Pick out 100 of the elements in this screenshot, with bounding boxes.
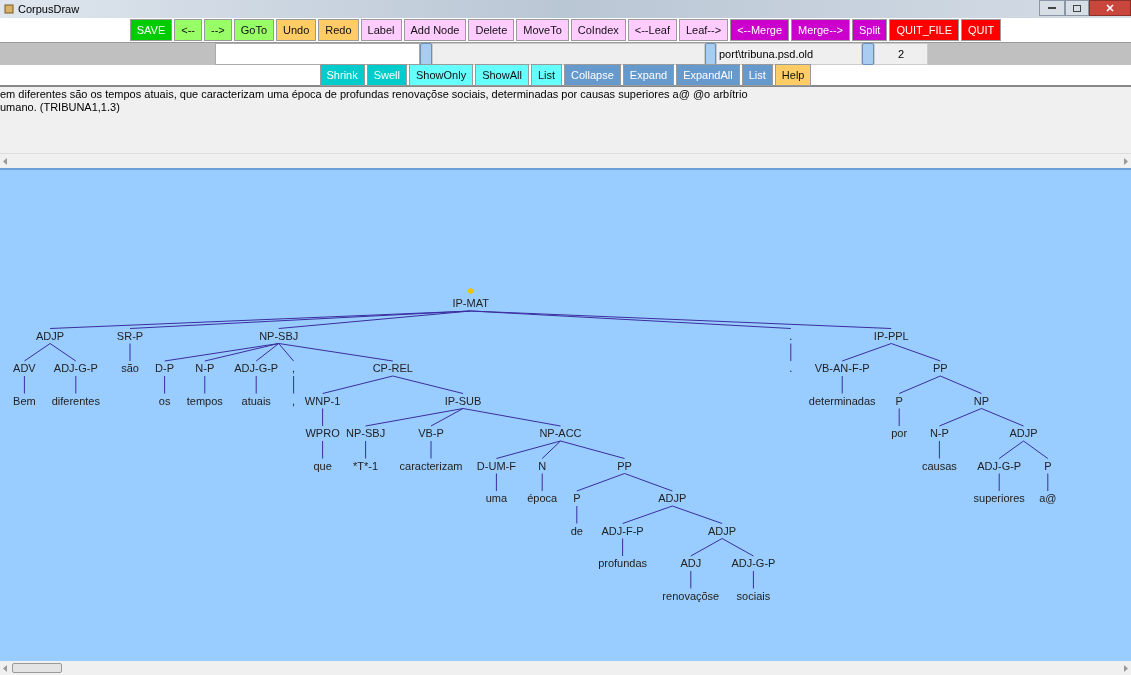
text-field[interactable] [432,43,705,65]
toolbar-button[interactable]: --> [203,19,232,41]
toolbar-button[interactable]: Undo [276,19,317,41]
tree-word[interactable]: diferentes [51,394,100,408]
node-label[interactable]: ADJP [1009,418,1038,440]
node-label[interactable]: , [292,353,296,375]
search-field[interactable] [215,43,420,65]
scroll-left-icon[interactable] [3,157,8,165]
toolbar-button[interactable]: Split [852,19,888,41]
tree-word[interactable]: são [121,362,139,375]
maximize-icon [1073,4,1081,12]
close-icon [1106,4,1114,12]
toolbar-button[interactable]: MoveTo [516,19,569,41]
node-label[interactable]: P [1044,450,1052,473]
node-label[interactable]: N-P [195,353,215,375]
node-label[interactable]: N [538,450,547,473]
toolbar-button[interactable]: Delete [468,19,515,41]
node-label[interactable]: NP-SBJ [259,320,299,343]
tree-word[interactable]: determinadas [808,394,876,408]
maximize-button[interactable] [1065,0,1089,16]
tree-word[interactable]: uma [485,492,508,505]
node-label[interactable]: P [573,483,581,505]
tree-word[interactable]: . [789,362,793,375]
toolbar-button[interactable]: Help [774,64,812,86]
tree-word[interactable]: de [570,524,583,538]
tree-word[interactable]: atuais [241,394,271,408]
node-label[interactable]: D-P [155,353,175,375]
toolbar-button[interactable]: Add Node [403,19,467,41]
tree-word[interactable]: que [313,459,332,473]
scroll-right-icon[interactable] [1123,664,1128,672]
node-label[interactable]: ADJP [36,320,65,343]
scroll-left-icon[interactable] [3,664,8,672]
node-label[interactable]: ADJ-G-P [53,353,98,375]
toolbar-button[interactable]: CoIndex [570,19,626,41]
node-label[interactable]: ADJ-G-P [234,353,279,375]
node-label[interactable]: VB-P [418,418,444,440]
tree-word[interactable]: sociais [736,589,771,603]
minimize-button[interactable] [1039,0,1065,16]
toolbar-button[interactable]: QUIT_FILE [889,19,960,41]
node-label[interactable]: IP-MAT [452,288,489,310]
toolbar-button[interactable]: List [530,64,563,86]
node-label[interactable]: ADJ [680,548,702,570]
node-label[interactable]: WNP-1 [304,385,341,408]
tree-word[interactable]: superiores [973,492,1025,505]
toolbar-button[interactable]: ShowOnly [409,64,474,86]
node-label[interactable]: D-UM-F [476,450,516,473]
node-label[interactable]: ADJ-G-P [731,548,776,570]
tree-word[interactable]: por [891,427,908,440]
tree-word[interactable]: os [158,394,171,408]
toolbar-button[interactable]: GoTo [233,19,274,41]
toolbar-button[interactable]: <--Leaf [627,19,677,41]
toolbar-button[interactable]: Leaf--> [678,19,729,41]
tree-word[interactable]: *T*-1 [353,459,379,473]
tree-word[interactable]: , [292,394,296,408]
node-label[interactable]: . [789,320,793,343]
toolbar-button[interactable]: ShowAll [475,64,529,86]
minimize-icon [1048,6,1056,10]
tree-word[interactable]: causas [921,459,957,473]
node-label[interactable]: WPRO [305,418,340,440]
tree-word[interactable]: a@ [1039,492,1057,505]
sentence-text: em diferentes são os tempos atuais, que caracterizam uma época de profundas renovaçõse sociais, determinadas por causas superiores a@ @o arbítrio [0,88,748,101]
slider-thumb[interactable] [705,43,716,65]
slider-thumb[interactable] [420,43,432,65]
tree-word[interactable]: profundas [598,557,648,570]
toolbar-button[interactable]: Merge--> [791,19,850,41]
node-label[interactable]: NP-ACC [539,418,582,440]
node-label[interactable]: P [895,385,903,408]
node-label[interactable]: ADJP [708,515,737,538]
tree-word[interactable]: renovaçõse [662,589,720,603]
node-label[interactable]: SR-P [116,320,144,343]
slider-thumb[interactable] [862,43,874,65]
horizontal-scrollbar[interactable] [0,661,1131,675]
node-label[interactable]: PP [617,450,632,473]
node-label[interactable]: ADJ-G-P [977,450,1022,473]
tree-word[interactable]: caracterizam [399,459,463,473]
node-label[interactable]: IP-PPL [873,320,909,343]
toolbar-button[interactable]: Label [360,19,402,41]
close-button[interactable] [1089,0,1131,16]
node-label[interactable]: ADJP [658,483,687,505]
node-label[interactable]: ADJ-F-P [601,515,644,538]
toolbar-button[interactable]: <--Merge [730,19,790,41]
node-label[interactable]: CP-REL [372,353,413,375]
node-label[interactable]: N-P [929,418,949,440]
node-label[interactable]: ADV [13,353,36,375]
node-label[interactable]: IP-SUB [444,385,482,408]
file-path-field[interactable]: port\tribuna.psd.old [716,43,862,65]
toolbar-button[interactable]: QUIT [961,19,1002,41]
node-label[interactable]: NP [973,385,990,408]
node-label[interactable]: VB-AN-F-P [814,353,870,375]
node-label[interactable]: PP [932,353,948,375]
scroll-thumb[interactable] [12,663,62,673]
scroll-right-icon[interactable] [1123,157,1128,165]
toolbar-button[interactable]: <-- [174,19,202,41]
tree-number-field[interactable]: 2 [874,43,928,65]
toolbar-button[interactable]: Redo [318,19,359,41]
tree-word[interactable]: tempos [186,394,223,408]
node-label[interactable]: NP-SBJ [346,418,386,440]
tree-word[interactable]: Bem [13,394,36,408]
horizontal-scrollbar[interactable] [0,153,1131,168]
tree-word[interactable]: época [527,492,558,505]
